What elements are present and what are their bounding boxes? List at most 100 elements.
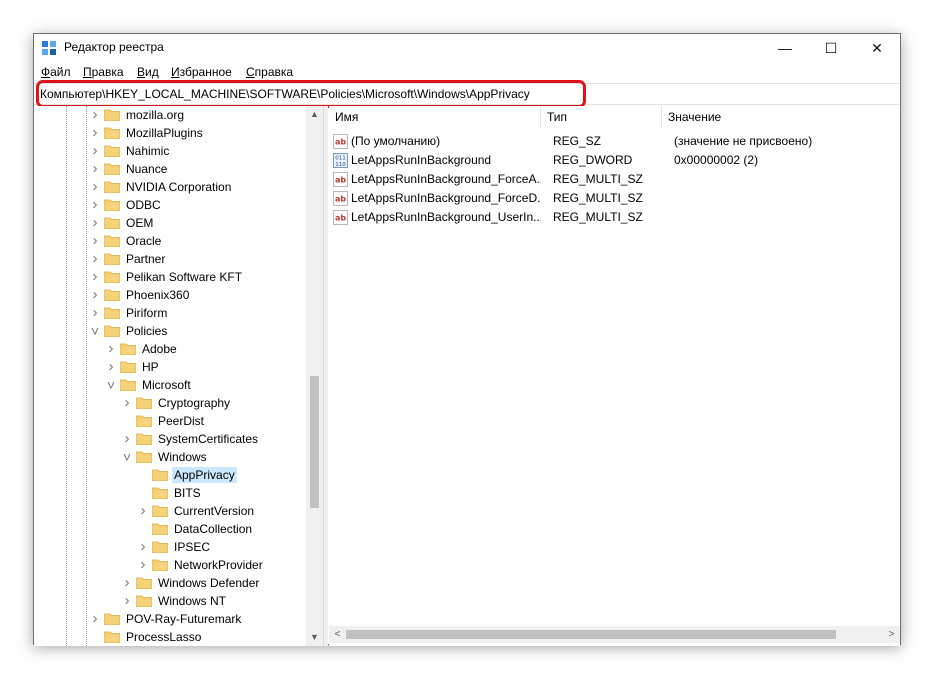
tree-item[interactable]: › HP (104, 358, 161, 376)
minimize-button[interactable]: — (762, 34, 808, 62)
tree-item[interactable]: › Adobe (104, 340, 179, 358)
tree-item-label: ODBC (126, 198, 161, 212)
tree-item[interactable]: › NetworkProvider (136, 556, 265, 574)
tree-item[interactable]: › Phoenix360 (88, 286, 191, 304)
chevron-right-icon[interactable]: › (88, 160, 102, 178)
chevron-right-icon[interactable]: › (120, 574, 134, 592)
tree-item[interactable]: › Windows Defender (120, 574, 261, 592)
folder-icon (136, 451, 152, 463)
menu-view-accelerator: В (137, 65, 146, 79)
key-tree[interactable]: › mozilla.org › MozillaPlugins › Nahimic › Nuan… (34, 106, 323, 646)
folder-icon (152, 559, 168, 571)
folder-icon (120, 361, 136, 373)
tree-item[interactable]: › CurrentVersion (136, 502, 256, 520)
chevron-right-icon[interactable]: › (104, 340, 118, 358)
chevron-right-icon[interactable]: › (88, 142, 102, 160)
chevron-right-icon[interactable]: › (120, 430, 134, 448)
maximize-button[interactable]: ☐ (808, 34, 854, 62)
tree-item[interactable]: › MozillaPlugins (88, 124, 205, 142)
value-row[interactable]: ab LetAppsRunInBackground_UserIn... REG_MU… (329, 208, 900, 227)
tree-connector (136, 484, 150, 502)
list-header: Имя Тип Значение (329, 106, 900, 128)
chevron-down-icon[interactable]: ˅ (104, 376, 118, 394)
scrollbar-thumb[interactable] (346, 630, 836, 639)
tree-item[interactable]: › ODBC (88, 196, 163, 214)
values-list[interactable]: Имя Тип Значение ab (По умолчанию) REG_SZ (… (329, 106, 900, 646)
menu-help[interactable]: Справка (246, 65, 293, 79)
tree-item[interactable]: ProcessLasso (88, 628, 203, 646)
window-title: Редактор реестра (64, 40, 164, 54)
tree-item[interactable]: ˅ Microsoft (104, 376, 193, 394)
tree-item[interactable]: › NVIDIA Corporation (88, 178, 233, 196)
tree-item[interactable]: ˅ Policies (88, 322, 169, 340)
pane-splitter[interactable] (323, 106, 328, 646)
tree-item[interactable]: › IPSEC (136, 538, 212, 556)
registry-editor-icon (42, 41, 56, 55)
chevron-right-icon[interactable]: › (88, 178, 102, 196)
chevron-right-icon[interactable]: › (104, 358, 118, 376)
value-row[interactable]: 011 110 LetAppsRunInBackground REG_DWORD 0x0… (329, 151, 900, 170)
tree-item[interactable]: › mozilla.org (88, 106, 186, 124)
menu-file[interactable]: Файл (41, 65, 71, 79)
tree-item[interactable]: › Piriform (88, 304, 169, 322)
tree-item[interactable]: AppPrivacy (136, 466, 237, 484)
column-type[interactable]: Тип (541, 106, 662, 128)
value-data: 0x00000002 (2) (674, 153, 759, 167)
chevron-down-icon[interactable]: ˅ (120, 448, 134, 466)
chevron-right-icon[interactable]: › (136, 556, 150, 574)
scroll-up-icon[interactable]: ▲ (306, 106, 323, 123)
svg-text:ab: ab (335, 176, 346, 185)
chevron-right-icon[interactable]: › (88, 214, 102, 232)
tree-item[interactable]: › Windows NT (120, 592, 228, 610)
folder-icon (120, 343, 136, 355)
chevron-right-icon[interactable]: › (136, 502, 150, 520)
scroll-right-icon[interactable]: > (883, 626, 900, 643)
menu-edit[interactable]: Правка (83, 65, 124, 79)
chevron-right-icon[interactable]: › (88, 250, 102, 268)
chevron-right-icon[interactable]: › (88, 610, 102, 628)
scroll-left-icon[interactable]: < (329, 626, 346, 643)
scroll-down-icon[interactable]: ▼ (306, 629, 323, 646)
chevron-right-icon[interactable]: › (120, 592, 134, 610)
tree-item[interactable]: › POV-Ray-Futuremark (88, 610, 243, 628)
address-bar[interactable]: Компьютер\HKEY_LOCAL_MACHINE\SOFTWARE\Po… (34, 80, 900, 108)
chevron-right-icon[interactable]: › (88, 268, 102, 286)
tree-vertical-scrollbar[interactable]: ▲ ▼ (306, 106, 323, 646)
chevron-right-icon[interactable]: › (88, 124, 102, 142)
column-name[interactable]: Имя (329, 106, 541, 128)
chevron-right-icon[interactable]: › (88, 304, 102, 322)
svg-text:ab: ab (335, 195, 346, 204)
tree-item[interactable]: › Cryptography (120, 394, 232, 412)
chevron-right-icon[interactable]: › (136, 538, 150, 556)
close-button[interactable]: ✕ (854, 34, 900, 62)
tree-item[interactable]: › Pelikan Software KFT (88, 268, 244, 286)
menu-view[interactable]: Вид (137, 65, 159, 79)
value-row[interactable]: ab (По умолчанию) REG_SZ (значение не присв… (329, 132, 900, 151)
folder-icon (104, 289, 120, 301)
chevron-right-icon[interactable]: › (88, 286, 102, 304)
value-row[interactable]: ab LetAppsRunInBackground_ForceD... REG_MU… (329, 189, 900, 208)
chevron-right-icon[interactable]: › (88, 106, 102, 124)
column-data[interactable]: Значение (662, 106, 900, 128)
chevron-down-icon[interactable]: ˅ (88, 322, 102, 340)
list-horizontal-scrollbar[interactable]: < > (329, 626, 900, 643)
tree-item[interactable]: › OEM (88, 214, 155, 232)
tree-item[interactable]: PeerDist (120, 412, 206, 430)
chevron-right-icon[interactable]: › (88, 232, 102, 250)
tree-item[interactable]: › Nahimic (88, 142, 171, 160)
scrollbar-thumb[interactable] (310, 376, 319, 508)
tree-item[interactable]: › Oracle (88, 232, 163, 250)
tree-item[interactable]: ˅ Windows (120, 448, 209, 466)
tree-item[interactable]: › Nuance (88, 160, 169, 178)
tree-item[interactable]: › SystemCertificates (120, 430, 260, 448)
chevron-right-icon[interactable]: › (88, 196, 102, 214)
chevron-right-icon[interactable]: › (120, 394, 134, 412)
tree-connector (88, 628, 102, 646)
tree-item[interactable]: BITS (136, 484, 203, 502)
title-bar[interactable]: Редактор реестра — ☐ ✕ (34, 34, 900, 62)
tree-item[interactable]: › Partner (88, 250, 167, 268)
value-row[interactable]: ab LetAppsRunInBackground_ForceA... REG_MU… (329, 170, 900, 189)
menu-favorites[interactable]: Избранное (171, 65, 232, 79)
tree-item[interactable]: DataCollection (136, 520, 254, 538)
value-type: REG_MULTI_SZ (553, 210, 643, 224)
